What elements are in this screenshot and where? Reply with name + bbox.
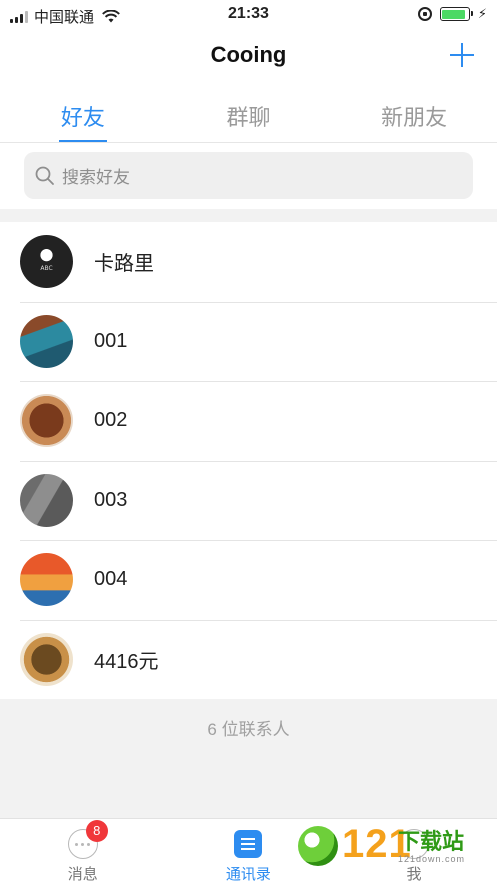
tab-new-friends[interactable]: 新朋友 [331, 84, 497, 142]
page-title: Cooing [210, 42, 287, 67]
avatar-text: ABC [40, 265, 53, 273]
watermark-logo-icon [298, 826, 338, 866]
contact-row[interactable]: 4416元 [0, 619, 497, 700]
segment-tabs: 好友 群聊 新朋友 [0, 84, 497, 143]
contact-name: 003 [94, 488, 128, 511]
search-icon [35, 166, 54, 185]
navigation-bar: Cooing [0, 30, 497, 84]
battery-level [442, 9, 465, 19]
contact-list: ABC 卡路里 001 002 003 004 4416元 [0, 222, 497, 699]
tab-icon-wrap [233, 829, 263, 859]
watermark-text: 下载站 [398, 829, 465, 854]
status-bar: 中国联通 21:33 ⚡ [0, 0, 497, 30]
avatar: ABC [20, 235, 73, 289]
add-friend-button[interactable] [447, 40, 477, 70]
contact-count: 6 位联系人 [207, 720, 290, 739]
contact-name: 001 [94, 329, 128, 352]
site-watermark: 121 下载站 121down.com [298, 822, 488, 872]
contact-name: 卡路里 [94, 253, 154, 276]
tab-friends[interactable]: 好友 [0, 84, 166, 142]
contacts-book-icon [234, 830, 263, 858]
tab-messages[interactable]: 8 消息 [0, 819, 166, 883]
search-input[interactable]: 搜索好友 [24, 152, 473, 199]
tab-icon-wrap: 8 [67, 820, 108, 859]
tab-label: 消息 [67, 866, 98, 883]
system-indicators: ⚡ [417, 6, 487, 22]
watermark-subtext: 121down.com [398, 854, 466, 864]
contact-name: 4416元 [94, 650, 159, 673]
tab-group-chats[interactable]: 群聊 [166, 84, 332, 142]
avatar [20, 314, 73, 368]
contact-row[interactable]: 002 [0, 381, 497, 461]
contact-row[interactable]: ABC 卡路里 [0, 222, 497, 302]
rotation-lock-icon [417, 7, 432, 21]
contact-name: 004 [94, 568, 128, 591]
avatar [20, 394, 73, 448]
contact-row[interactable]: 003 [0, 460, 497, 541]
avatar [20, 553, 73, 607]
search-placeholder: 搜索好友 [62, 168, 130, 187]
contact-name: 002 [94, 409, 128, 432]
contact-row[interactable]: 001 [0, 301, 497, 382]
avatar [20, 632, 73, 686]
unread-badge: 8 [85, 820, 108, 842]
search-section: 搜索好友 [0, 143, 497, 209]
avatar [20, 473, 73, 527]
battery-icon [439, 7, 473, 21]
charging-icon: ⚡ [477, 6, 487, 21]
contact-row[interactable]: 004 [0, 540, 497, 620]
